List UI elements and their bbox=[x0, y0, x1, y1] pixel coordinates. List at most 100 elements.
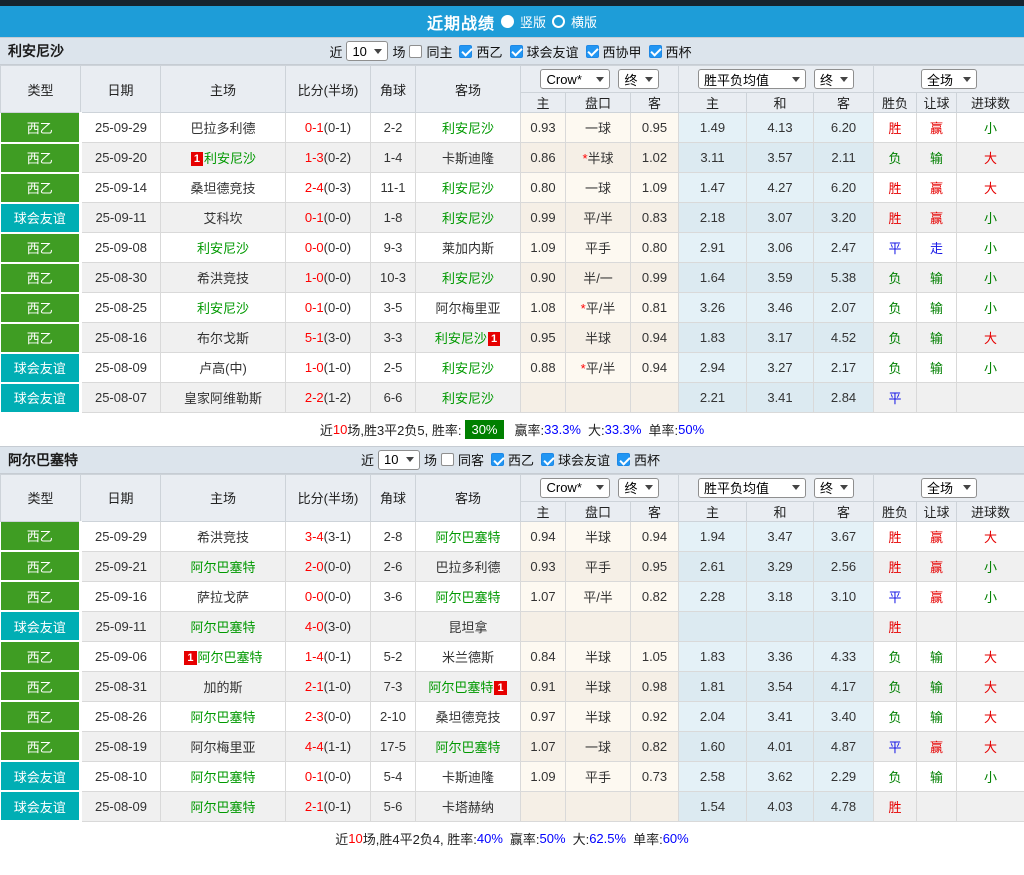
score-cell: 2-1(1-0) bbox=[286, 671, 371, 701]
result-text: 大 bbox=[984, 331, 997, 346]
section-summary: 近10场,胜4平2负4, 胜率:40%赢率:50%大:62.5%单率:60% bbox=[0, 822, 1024, 854]
avg-select[interactable]: 胜平负均值 bbox=[698, 69, 806, 89]
league-checkbox-2[interactable] bbox=[586, 45, 599, 58]
avg-draw-odds-cell: 3.27 bbox=[747, 353, 814, 383]
result-text: 输 bbox=[930, 271, 943, 286]
handicap-away-odds-cell: 0.82 bbox=[631, 731, 679, 761]
date-cell: 25-09-29 bbox=[81, 521, 161, 551]
avg-away-odds-cell: 2.84 bbox=[814, 383, 874, 413]
date-cell: 25-09-06 bbox=[81, 641, 161, 671]
result-text: 小 bbox=[984, 361, 997, 376]
halftime-score: (0-1) bbox=[324, 120, 351, 135]
near-label: 近 bbox=[329, 42, 342, 61]
same-venue-label[interactable]: 同客 bbox=[458, 450, 484, 469]
result-handicap-cell: 输 bbox=[917, 353, 957, 383]
away-cell: 卡塔赫纳 bbox=[416, 791, 521, 821]
avg-period-select[interactable]: 终 bbox=[814, 478, 854, 498]
away-cell: 利安尼沙 bbox=[416, 203, 521, 233]
league-checkbox-label-3[interactable]: 西杯 bbox=[666, 42, 692, 61]
result-text: 大 bbox=[984, 151, 997, 166]
league-checkbox-label-2[interactable]: 西协甲 bbox=[603, 42, 642, 61]
league-checkbox-2[interactable] bbox=[617, 453, 630, 466]
team-name-text: 希洪竞技 bbox=[197, 271, 249, 286]
handicap-home-odds-cell: 1.07 bbox=[521, 731, 566, 761]
recent-count-select-value: 10 bbox=[352, 44, 366, 59]
league-cell: 球会友谊 bbox=[1, 353, 81, 383]
result-text: 负 bbox=[889, 301, 902, 316]
recent-count-select[interactable]: 10 bbox=[378, 450, 420, 470]
odds-period-select[interactable]: 终 bbox=[618, 478, 658, 498]
corner-cell: 9-3 bbox=[371, 233, 416, 263]
avg-home-odds-cell: 1.60 bbox=[679, 731, 747, 761]
avg-select[interactable]: 胜平负均值 bbox=[698, 478, 806, 498]
league-checkbox-label-2[interactable]: 西杯 bbox=[634, 450, 660, 469]
league-checkbox-label-1[interactable]: 球会友谊 bbox=[527, 42, 579, 61]
vertical-radio-label[interactable]: 竖版 bbox=[520, 12, 546, 31]
avg-away-odds-cell: 4.78 bbox=[814, 791, 874, 821]
halftime-score: (0-1) bbox=[324, 649, 351, 664]
scope-select[interactable]: 全场 bbox=[921, 69, 977, 89]
team-name-text: 阿尔巴塞特 bbox=[435, 590, 500, 605]
horizontal-radio[interactable] bbox=[552, 15, 565, 28]
avg-draw-odds-cell: 4.01 bbox=[747, 731, 814, 761]
red-card-badge: 1 bbox=[184, 651, 196, 665]
league-checkbox-0[interactable] bbox=[459, 45, 472, 58]
col-header-date: 日期 bbox=[81, 66, 161, 113]
chevron-down-icon bbox=[374, 49, 382, 54]
sub-header-handicap: 盘口 bbox=[566, 93, 631, 113]
recent-count-select[interactable]: 10 bbox=[346, 41, 388, 61]
same-venue-label[interactable]: 同主 bbox=[426, 42, 452, 61]
scope-select[interactable]: 全场 bbox=[921, 478, 977, 498]
avg-draw-odds-cell: 3.57 bbox=[747, 143, 814, 173]
team-name-text: 利安尼沙 bbox=[442, 271, 494, 286]
halftime-score: (0-0) bbox=[324, 769, 351, 784]
result-text: 平 bbox=[889, 740, 902, 755]
handicap-line-text: 半球 bbox=[585, 650, 611, 665]
sub-header-avg-draw: 和 bbox=[747, 93, 814, 113]
vertical-radio[interactable] bbox=[501, 15, 514, 28]
league-checkbox-label-0[interactable]: 西乙 bbox=[476, 42, 502, 61]
odds-period-select[interactable]: 终 bbox=[618, 69, 658, 89]
sub-header-avg-away: 客 bbox=[814, 93, 874, 113]
avg-period-select[interactable]: 终 bbox=[814, 69, 854, 89]
league-checkbox-label-1[interactable]: 球会友谊 bbox=[558, 450, 610, 469]
avg-away-odds-cell: 6.20 bbox=[814, 113, 874, 143]
team-name-text: 利安尼沙 bbox=[435, 331, 487, 346]
avg-draw-odds-cell: 3.18 bbox=[747, 581, 814, 611]
odds-company-select[interactable]: Crow* bbox=[540, 478, 610, 498]
result-text: 胜 bbox=[889, 800, 902, 815]
avg-away-odds-cell: 2.56 bbox=[814, 551, 874, 581]
home-cell: 阿尔梅里亚 bbox=[161, 731, 286, 761]
result-goals-cell: 小 bbox=[957, 353, 1024, 383]
home-cell: 希洪竞技 bbox=[161, 521, 286, 551]
team-name-text: 利安尼沙 bbox=[442, 391, 494, 406]
league-checkbox-3[interactable] bbox=[649, 45, 662, 58]
corner-cell bbox=[371, 611, 416, 641]
result-text: 输 bbox=[930, 301, 943, 316]
chevron-down-icon bbox=[406, 457, 414, 462]
fulltime-score: 2-2 bbox=[305, 390, 324, 405]
summary-stat-value-2: 60% bbox=[663, 831, 689, 846]
score-cell: 1-3(0-2) bbox=[286, 143, 371, 173]
page-title: 近期战绩 bbox=[427, 10, 495, 34]
handicap-home-odds-cell: 0.99 bbox=[521, 203, 566, 233]
halftime-score: (0-3) bbox=[324, 180, 351, 195]
col-header-date: 日期 bbox=[81, 474, 161, 521]
away-cell: 桑坦德竞技 bbox=[416, 701, 521, 731]
col-header-score: 比分(半场) bbox=[286, 66, 371, 113]
date-cell: 25-08-07 bbox=[81, 383, 161, 413]
result-text: 负 bbox=[889, 151, 902, 166]
avg-draw-odds-cell: 3.62 bbox=[747, 761, 814, 791]
horizontal-radio-label[interactable]: 横版 bbox=[571, 12, 597, 31]
league-checkbox-1[interactable] bbox=[541, 453, 554, 466]
league-checkbox-0[interactable] bbox=[491, 453, 504, 466]
match-row: 球会友谊25-08-09卢高(中)1-0(1-0)2-5利安尼沙0.88*平/半… bbox=[1, 353, 1024, 383]
same-venue-checkbox[interactable] bbox=[409, 45, 422, 58]
league-checkbox-1[interactable] bbox=[510, 45, 523, 58]
league-checkbox-label-0[interactable]: 西乙 bbox=[508, 450, 534, 469]
odds-company-select[interactable]: Crow* bbox=[540, 69, 610, 89]
same-venue-checkbox[interactable] bbox=[441, 453, 454, 466]
away-cell: 卡斯迪隆 bbox=[416, 143, 521, 173]
summary-stat-label-2: 单率: bbox=[633, 829, 663, 848]
handicap-away-odds-cell: 0.94 bbox=[631, 323, 679, 353]
